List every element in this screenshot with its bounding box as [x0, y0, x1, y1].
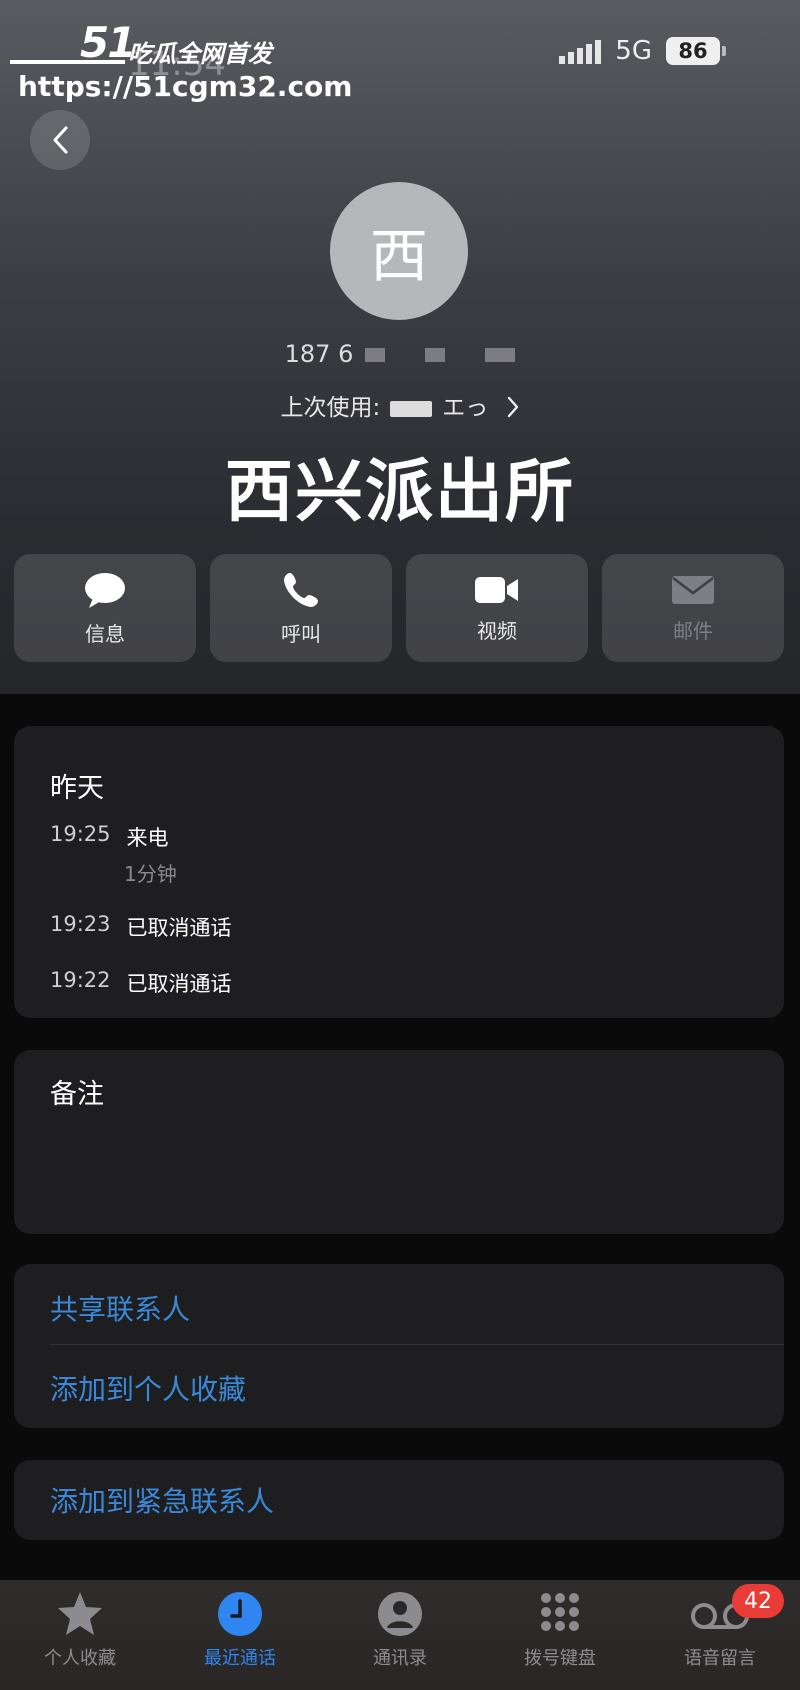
- tab-voicemail[interactable]: 42 语音留言: [640, 1580, 800, 1690]
- status-bar: 5G 86: [559, 36, 726, 66]
- share-contact-link[interactable]: 共享联系人: [50, 1288, 190, 1328]
- add-to-favorites-link[interactable]: 添加到个人收藏: [50, 1368, 246, 1408]
- tab-keypad[interactable]: 拨号键盘: [480, 1580, 640, 1690]
- message-button[interactable]: 信息: [14, 554, 196, 662]
- recent-calls-date: 昨天: [50, 773, 104, 804]
- network-type: 5G: [615, 36, 652, 66]
- call-type: 已取消通话: [126, 972, 232, 996]
- watermark-logo: 51: [80, 18, 136, 67]
- phone-number-text: 187 6: [284, 340, 354, 368]
- tab-favorites[interactable]: 个人收藏: [0, 1580, 160, 1690]
- mail-icon: [672, 575, 714, 604]
- emergency-contact-card: 添加到紧急联系人: [14, 1460, 784, 1540]
- contact-header: 11:54 51 吃瓜全网首发 https://51cgm32.com 5G 8…: [0, 0, 800, 694]
- message-label: 信息: [85, 621, 125, 646]
- clock-icon: [218, 1592, 262, 1636]
- call-label: 呼叫: [281, 621, 321, 646]
- tab-bar: 个人收藏 最近通话 通讯录 拨号键盘 42 语音留言: [0, 1580, 800, 1690]
- call-time: 19:23: [50, 912, 111, 936]
- star-icon: [58, 1592, 102, 1635]
- battery-icon: 86: [666, 37, 726, 65]
- message-icon: [85, 572, 125, 608]
- phone-number[interactable]: 187 6: [0, 340, 800, 368]
- call-row: 19:22 已取消通话: [50, 968, 232, 998]
- tab-label: 个人收藏: [44, 1648, 116, 1669]
- add-emergency-contact-link[interactable]: 添加到紧急联系人: [50, 1480, 274, 1520]
- tab-label: 语音留言: [684, 1648, 756, 1669]
- last-used-value: エっ: [442, 395, 489, 421]
- tab-contacts[interactable]: 通讯录: [320, 1580, 480, 1690]
- call-type: 来电: [126, 826, 169, 850]
- call-time: 19:25: [50, 822, 111, 846]
- avatar: 西: [330, 182, 468, 320]
- tab-label: 通讯录: [373, 1648, 427, 1669]
- chevron-right-icon: [507, 396, 518, 418]
- tab-recents[interactable]: 最近通话: [160, 1580, 320, 1690]
- call-button[interactable]: 呼叫: [210, 554, 392, 662]
- phone-icon: [284, 572, 318, 607]
- contact-links-card: 共享联系人 添加到个人收藏: [14, 1264, 784, 1428]
- back-button[interactable]: [30, 110, 90, 170]
- call-time: 19:22: [50, 968, 111, 992]
- last-used-label: 上次使用:: [280, 395, 381, 421]
- voicemail-badge: 42: [732, 1584, 784, 1618]
- watermark-url: https://51cgm32.com: [18, 70, 353, 103]
- watermark: 11:54 51 吃瓜全网首发 https://51cgm32.com: [10, 18, 352, 108]
- last-used-row[interactable]: 上次使用: エっ: [0, 388, 800, 422]
- mail-label: 邮件: [673, 618, 713, 643]
- action-row: 信息 呼叫 视频 邮件: [14, 554, 784, 662]
- contacts-icon: [378, 1592, 422, 1636]
- video-label: 视频: [477, 618, 517, 643]
- contact-name: 西兴派出所: [224, 453, 575, 532]
- divider: [50, 1344, 784, 1345]
- signal-icon: [559, 38, 602, 64]
- mail-button[interactable]: 邮件: [602, 554, 784, 662]
- keypad-icon: [541, 1593, 579, 1631]
- call-row: 19:23 已取消通话: [50, 912, 232, 942]
- notes-title: 备注: [50, 1079, 104, 1110]
- chevron-left-icon: [53, 126, 68, 154]
- battery-level: 86: [666, 37, 720, 65]
- watermark-title: 吃瓜全网首发: [128, 40, 272, 68]
- call-type: 已取消通话: [126, 916, 232, 940]
- notes-card[interactable]: 备注: [14, 1050, 784, 1234]
- video-icon: [475, 576, 518, 603]
- call-duration: 1分钟: [124, 862, 177, 886]
- tab-label: 最近通话: [204, 1648, 276, 1669]
- recent-calls-card: 昨天 19:25 来电 1分钟 19:23 已取消通话 19:22 已取消通话: [14, 726, 784, 1018]
- tab-label: 拨号键盘: [524, 1648, 596, 1669]
- call-row: 19:25 来电: [50, 822, 169, 852]
- video-button[interactable]: 视频: [406, 554, 588, 662]
